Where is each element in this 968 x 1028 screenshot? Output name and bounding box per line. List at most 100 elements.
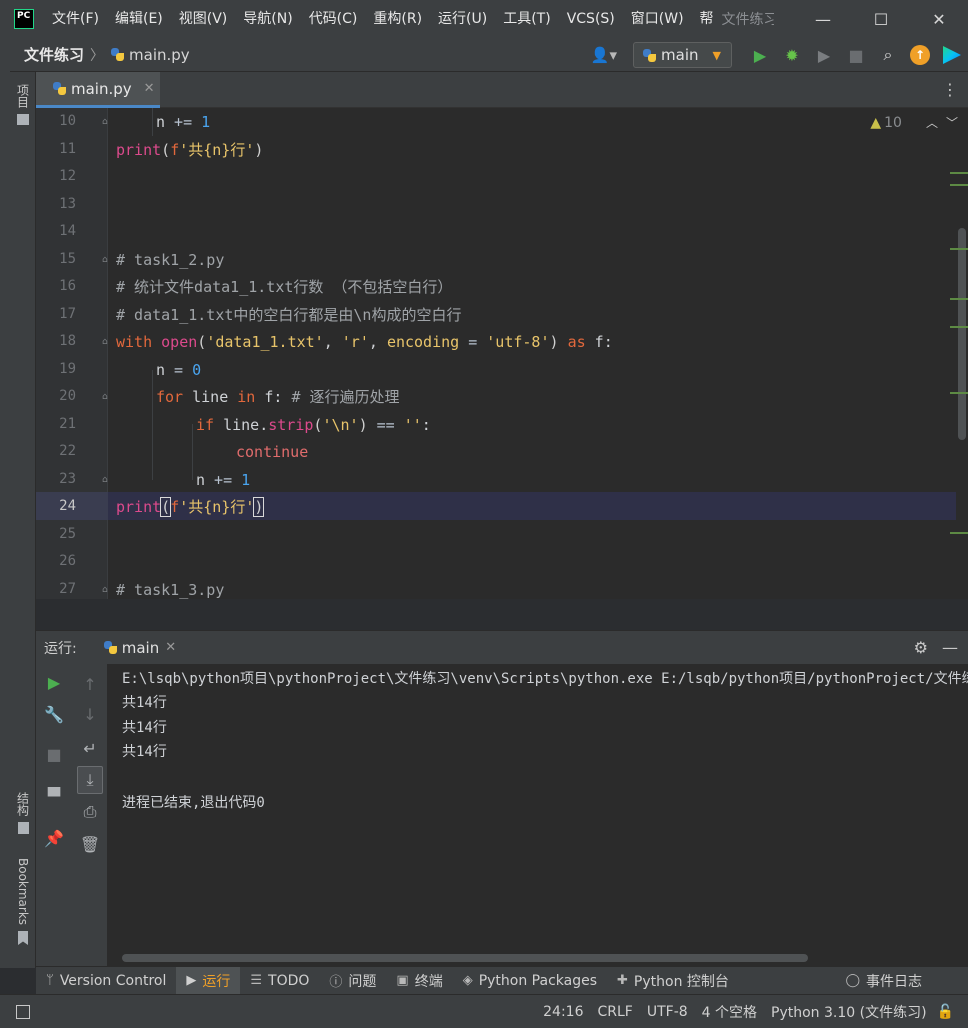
tool-run[interactable]: ▶ 运行 [176, 966, 241, 995]
hide-panel-icon[interactable]: — [942, 638, 958, 657]
stop-icon[interactable]: ■ [840, 38, 872, 72]
menu-help[interactable]: 帮 [692, 0, 720, 38]
gear-icon[interactable]: ⚙ [914, 638, 928, 657]
run-tab-label: main [121, 638, 160, 657]
menu-run[interactable]: 运行(U) [430, 0, 495, 38]
menu-view[interactable]: 视图(V) [171, 0, 236, 38]
line-number: 19 [59, 361, 76, 377]
run-tab-main[interactable]: main ✕ [103, 639, 176, 657]
tool-event-log[interactable]: ◯ 事件日志 [835, 967, 932, 995]
menu-code[interactable]: 代码(C) [301, 0, 366, 38]
code-editor[interactable]: 10 11 12 13 14 15 16 17 18 19 20 21 22 2… [36, 108, 968, 599]
inspection-widget[interactable]: ▲ 10 ︿ ﹀ [870, 114, 958, 131]
title-bar: PC 文件(F) 编辑(E) 视图(V) 导航(N) 代码(C) 重构(R) 运… [0, 0, 968, 38]
change-marker [950, 392, 968, 394]
next-highlight-icon[interactable]: ﹀ [946, 114, 958, 131]
fold-marker-icon[interactable]: ⌂ [102, 392, 112, 402]
menu-tools[interactable]: 工具(T) [495, 0, 558, 38]
fold-marker-icon[interactable]: ⌂ [102, 475, 112, 485]
menu-refactor[interactable]: 重构(R) [365, 0, 430, 38]
close-run-tab-icon[interactable]: ✕ [165, 640, 176, 655]
tool-problems[interactable]: ⓘ 问题 [319, 967, 386, 995]
info-icon: ⓘ [329, 975, 343, 990]
pycharm-logo-icon: PC [14, 9, 34, 29]
debug-bug-icon[interactable]: ✹ [776, 38, 808, 72]
tool-version-control[interactable]: ᛘ Version Control [36, 967, 176, 995]
maximize-button[interactable]: ☐ [852, 0, 910, 38]
editor-tab-main-py[interactable]: main.py ✕ [36, 72, 160, 108]
fold-marker-icon[interactable]: ⌂ [102, 337, 112, 347]
tool-tab-structure-label: 结构 [15, 792, 30, 816]
code-line-10: n += 1 [156, 113, 211, 131]
menu-edit[interactable]: 编辑(E) [107, 0, 171, 38]
code-line-22: continue [236, 443, 309, 461]
run-configuration-label: main [661, 46, 699, 64]
menu-vcs[interactable]: VCS(S) [559, 0, 623, 38]
tool-tab-bookmarks[interactable]: Bookmarks [10, 858, 36, 946]
minimize-button[interactable]: — [794, 0, 852, 38]
run-icon[interactable]: ▶ [744, 38, 776, 72]
lock-icon[interactable]: 🔓 [937, 1004, 954, 1020]
editor-scrollbar[interactable] [958, 228, 966, 440]
window-edge [0, 38, 10, 968]
file-encoding[interactable]: UTF-8 [647, 1004, 688, 1020]
run-console[interactable]: E:\lsqb\python项目\pythonProject\文件练习\venv… [108, 664, 968, 966]
close-window-button[interactable]: ✕ [910, 0, 968, 38]
caret-position[interactable]: 24:16 [543, 1004, 583, 1020]
menu-file[interactable]: 文件(F) [44, 0, 107, 38]
change-marker [950, 248, 968, 250]
code-line-11: print(f'共{n}行') [116, 141, 264, 159]
tool-tab-structure[interactable]: 结构 [10, 792, 36, 834]
breadcrumb-file[interactable]: main.py [129, 46, 190, 64]
status-bar: 24:16 CRLF UTF-8 4 个空格 Python 3.10 (文件练习… [0, 994, 968, 1028]
python-interpreter[interactable]: Python 3.10 (文件练习) [771, 1002, 927, 1022]
run-icon: ▶ [186, 973, 197, 988]
fold-marker-icon[interactable]: ⌂ [102, 255, 112, 265]
previous-highlight-icon[interactable]: ︿ [926, 114, 938, 131]
tool-tab-project[interactable]: 项目 [10, 84, 36, 125]
print-icon[interactable]: ⎙ [72, 798, 108, 826]
trash-icon[interactable]: 🗑 [72, 830, 108, 858]
run-configuration-select[interactable]: main ▼ [633, 42, 732, 68]
coverage-icon[interactable]: ▶ [808, 38, 840, 72]
tabs-more-icon[interactable]: ⋮ [942, 72, 958, 108]
close-tab-icon[interactable]: ✕ [144, 81, 155, 96]
stop-icon[interactable]: ■ [36, 740, 72, 768]
code-line-19: n = 0 [156, 361, 202, 379]
user-icon[interactable]: 👤▾ [591, 46, 617, 64]
update-icon[interactable]: ↑ [904, 38, 936, 72]
line-number: 18 [59, 333, 76, 349]
toggle-tool-windows-icon[interactable] [16, 1004, 30, 1019]
console-horizontal-scrollbar[interactable] [122, 954, 808, 962]
menu-window[interactable]: 窗口(W) [623, 0, 692, 38]
layout-icon[interactable]: ▀ [36, 782, 72, 810]
line-separator[interactable]: CRLF [598, 1004, 633, 1020]
fold-marker-icon[interactable]: ⌂ [102, 585, 112, 595]
scroll-to-end-icon[interactable]: ⤓ [77, 766, 103, 794]
code-with-me-icon[interactable] [936, 38, 968, 72]
line-number: 11 [59, 141, 76, 157]
tool-todo[interactable]: ☰ TODO [240, 967, 319, 995]
tool-terminal[interactable]: ▣ 终端 [386, 967, 452, 995]
run-panel-header: 运行: main ✕ ⚙ — [36, 630, 968, 664]
menu-navigate[interactable]: 导航(N) [235, 0, 300, 38]
rerun-icon[interactable]: ▶ [36, 668, 72, 696]
code-line-23: n += 1 [196, 471, 251, 489]
line-number: 27 [59, 581, 76, 597]
pin-icon[interactable]: 📌 [36, 824, 72, 852]
search-icon[interactable]: ⌕ [872, 38, 904, 72]
tool-python-packages-label: Python Packages [478, 972, 598, 989]
python-file-icon [52, 81, 67, 96]
soft-wrap-icon[interactable]: ↵ [72, 734, 108, 762]
down-arrow-icon[interactable]: ↓ [72, 700, 108, 728]
tool-python-console[interactable]: ✚ Python 控制台 [607, 967, 739, 995]
fold-marker-icon[interactable]: ⌂ [102, 117, 112, 127]
breadcrumb-project[interactable]: 文件练习 [24, 44, 84, 65]
wrench-icon[interactable]: 🔧 [36, 700, 72, 728]
tool-python-packages[interactable]: ◈ Python Packages [453, 967, 607, 995]
indent-setting[interactable]: 4 个空格 [702, 1002, 757, 1022]
line-number: 21 [59, 416, 76, 432]
up-arrow-icon[interactable]: ↑ [72, 670, 108, 698]
python-icon [103, 640, 118, 655]
python-file-icon [110, 47, 125, 62]
